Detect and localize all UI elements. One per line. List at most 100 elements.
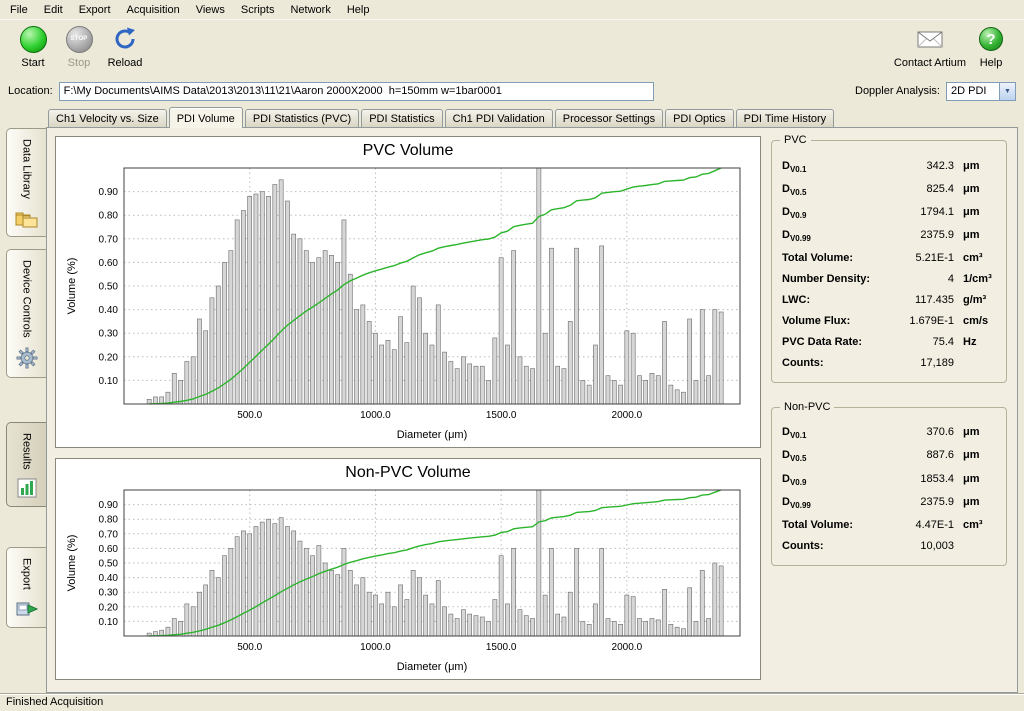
stat-label: Volume Flux:: [782, 315, 884, 327]
stat-row-dv01: DV0.1342.3μm: [782, 155, 996, 178]
stat-value: 10,003: [884, 540, 954, 552]
export-icon: [16, 599, 38, 619]
stat-row-counts: Counts:17,189: [782, 353, 996, 374]
svg-text:0.70: 0.70: [99, 529, 119, 540]
stat-value: 4: [884, 273, 954, 285]
stop-badge: STOP: [70, 36, 87, 42]
svg-text:0.50: 0.50: [99, 559, 119, 570]
menu-item-network[interactable]: Network: [282, 1, 338, 19]
tab-ch1-pdi-validation[interactable]: Ch1 PDI Validation: [445, 109, 553, 127]
bar-chart-icon: [17, 478, 37, 498]
pvc-stats-group: PVC DV0.1342.3μmDV0.5825.4μmDV0.91794.1μ…: [771, 140, 1007, 383]
toolbar: Start STOP Stop Reload: [0, 20, 1024, 78]
svg-text:Volume (%): Volume (%): [66, 535, 78, 592]
pvc-volume-chart-panel: PVC Volume 0.100.200.300.400.500.600.700…: [55, 136, 761, 448]
sidebar-item-device-controls[interactable]: Device Controls: [6, 249, 46, 378]
stat-label: DV0.9: [782, 473, 884, 487]
tab-pdi-statistics[interactable]: PDI Statistics: [361, 109, 442, 127]
reload-icon: [112, 26, 138, 52]
menu-item-views[interactable]: Views: [188, 1, 233, 19]
sidebar: Data Library Device Controls: [0, 106, 46, 693]
svg-text:Diameter (μm): Diameter (μm): [397, 429, 468, 441]
stat-value: 887.6: [884, 449, 954, 461]
contact-artium-button[interactable]: Contact Artium: [892, 24, 968, 69]
status-bar: Finished Acquisition: [0, 693, 1024, 711]
tab-pdi-time-history[interactable]: PDI Time History: [736, 109, 835, 127]
stat-label: DV0.5: [782, 183, 884, 197]
start-button[interactable]: Start: [10, 24, 56, 69]
stat-row-lwc: LWC:117.435g/m³: [782, 290, 996, 311]
stat-unit: μm: [954, 473, 996, 485]
menu-item-scripts[interactable]: Scripts: [233, 1, 283, 19]
main-area: Data Library Device Controls: [0, 104, 1024, 693]
svg-text:0.30: 0.30: [99, 588, 119, 599]
svg-text:1500.0: 1500.0: [486, 410, 517, 421]
stat-unit: μm: [954, 206, 996, 218]
svg-text:500.0: 500.0: [237, 642, 262, 653]
sidebar-item-label: Data Library: [21, 139, 33, 199]
svg-text:0.20: 0.20: [99, 602, 119, 613]
tab-processor-settings[interactable]: Processor Settings: [555, 109, 663, 127]
sidebar-item-label: Export: [21, 558, 33, 590]
chart-title: PVC Volume: [60, 139, 756, 160]
stat-value: 370.6: [884, 426, 954, 438]
tab-page-pdi-volume: PVC Volume 0.100.200.300.400.500.600.700…: [46, 127, 1018, 693]
stat-row-volume-flux: Volume Flux:1.679E-1cm/s: [782, 311, 996, 332]
stat-value: 117.435: [884, 294, 954, 306]
stop-button[interactable]: STOP Stop: [56, 24, 102, 69]
stats-column: PVC DV0.1342.3μmDV0.5825.4μmDV0.91794.1μ…: [769, 136, 1009, 684]
folders-icon: [15, 208, 39, 228]
stat-row-dv099: DV0.992375.9μm: [782, 491, 996, 514]
stat-unit: μm: [954, 426, 996, 438]
stat-unit: μm: [954, 496, 996, 508]
svg-text:1000.0: 1000.0: [360, 410, 391, 421]
svg-text:2000.0: 2000.0: [612, 642, 643, 653]
tab-pdi-statistics-pvc[interactable]: PDI Statistics (PVC): [245, 109, 359, 127]
chart-title: Non-PVC Volume: [60, 461, 756, 482]
stat-value: 1853.4: [884, 473, 954, 485]
doppler-analysis-value: 2D PDI: [947, 83, 999, 100]
stat-label: DV0.99: [782, 229, 884, 243]
menu-bar: FileEditExportAcquisitionViewsScriptsNet…: [0, 0, 1024, 20]
stat-label: DV0.9: [782, 206, 884, 220]
stat-value: 2375.9: [884, 229, 954, 241]
stat-unit: μm: [954, 160, 996, 172]
nonpvc-volume-chart-panel: Non-PVC Volume 0.100.200.300.400.500.600…: [55, 458, 761, 680]
location-input[interactable]: [59, 82, 654, 101]
stat-unit: cm³: [954, 252, 996, 264]
chevron-down-icon: ▼: [999, 83, 1015, 100]
svg-text:Volume (%): Volume (%): [66, 258, 78, 315]
stat-row-dv05: DV0.5887.6μm: [782, 445, 996, 468]
svg-text:0.60: 0.60: [99, 544, 119, 555]
svg-text:Diameter (μm): Diameter (μm): [397, 661, 468, 673]
reload-button[interactable]: Reload: [102, 24, 148, 69]
stat-label: PVC Data Rate:: [782, 336, 884, 348]
svg-text:0.80: 0.80: [99, 211, 119, 222]
stat-unit: Hz: [954, 336, 996, 348]
sidebar-item-data-library[interactable]: Data Library: [6, 128, 46, 237]
stat-label: DV0.99: [782, 496, 884, 510]
tab-ch1-velocity-vs-size[interactable]: Ch1 Velocity vs. Size: [48, 109, 167, 127]
stat-label: DV0.1: [782, 160, 884, 174]
tab-pdi-optics[interactable]: PDI Optics: [665, 109, 734, 127]
menu-item-help[interactable]: Help: [339, 1, 378, 19]
sidebar-item-results[interactable]: Results: [6, 422, 46, 508]
menu-item-edit[interactable]: Edit: [36, 1, 71, 19]
menu-item-export[interactable]: Export: [71, 1, 119, 19]
start-label: Start: [21, 57, 44, 69]
stat-value: 5.21E-1: [884, 252, 954, 264]
menu-item-file[interactable]: File: [2, 1, 36, 19]
tab-pdi-volume[interactable]: PDI Volume: [169, 107, 243, 128]
doppler-analysis-select[interactable]: 2D PDI ▼: [946, 82, 1016, 101]
help-button[interactable]: ? Help: [968, 24, 1014, 69]
sidebar-item-export[interactable]: Export: [6, 547, 46, 628]
nonpvc-stats-group: Non-PVC DV0.1370.6μmDV0.5887.6μmDV0.9185…: [771, 407, 1007, 566]
app-window: FileEditExportAcquisitionViewsScriptsNet…: [0, 0, 1024, 711]
svg-text:0.90: 0.90: [99, 187, 119, 198]
stat-label: Number Density:: [782, 273, 884, 285]
doppler-analysis-label: Doppler Analysis:: [855, 85, 940, 97]
content-area: Ch1 Velocity vs. SizePDI VolumePDI Stati…: [46, 106, 1024, 693]
stat-value: 342.3: [884, 160, 954, 172]
menu-item-acquisition[interactable]: Acquisition: [119, 1, 188, 19]
stat-unit: μm: [954, 183, 996, 195]
